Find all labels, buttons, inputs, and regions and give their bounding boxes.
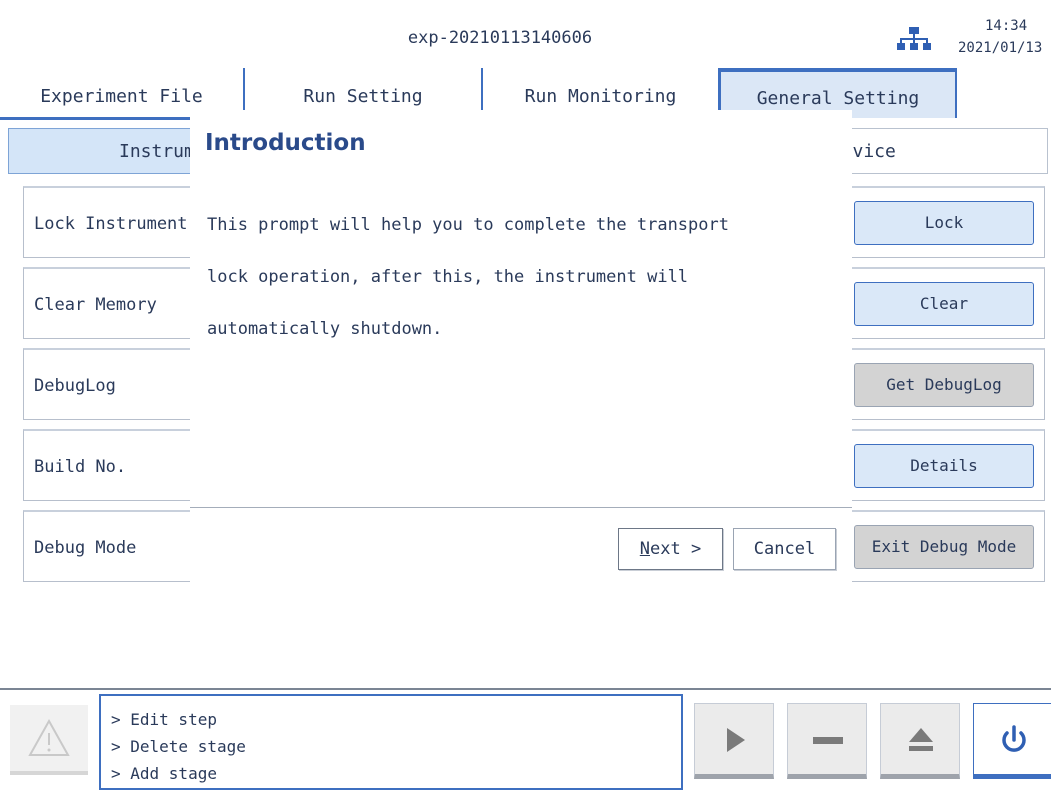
header: exp-20210113140606 14:34 2021/01/13 (0, 0, 1051, 70)
subtab-instrument[interactable]: Instrument (8, 128, 198, 174)
log-line: > Delete stage (111, 737, 246, 756)
experiment-title: exp-20210113140606 (407, 28, 593, 48)
clear-button[interactable]: Clear (854, 282, 1034, 326)
introduction-dialog: Introduction This prompt will help you t… (190, 110, 852, 586)
row-label: DebugLog (34, 376, 116, 396)
exit-debug-mode-button[interactable]: Exit Debug Mode (854, 525, 1034, 569)
next-button-label: Next > (639, 539, 702, 559)
stop-button[interactable] (787, 703, 867, 779)
details-button[interactable]: Details (854, 444, 1034, 488)
power-icon (1002, 725, 1026, 752)
eject-icon (909, 728, 933, 751)
network-icon (897, 27, 931, 50)
eject-button[interactable] (880, 703, 960, 779)
dialog-body-line: lock operation, after this, the instrume… (207, 267, 689, 287)
row-label: Lock Instrument (34, 214, 188, 234)
log-line: > Add stage (111, 764, 217, 783)
subtab-service[interactable]: Service (848, 128, 1048, 174)
dialog-body-line: This prompt will help you to complete th… (207, 215, 729, 235)
lock-button[interactable]: Lock (854, 201, 1034, 245)
warning-icon (28, 718, 70, 756)
power-button[interactable] (973, 703, 1051, 779)
row-label: Build No. (34, 457, 127, 477)
log-line: > Edit step (111, 710, 217, 729)
warning-indicator[interactable] (10, 705, 88, 775)
get-debuglog-button[interactable]: Get DebugLog (854, 363, 1034, 407)
clock-date: 2021/01/13 (958, 40, 1043, 56)
cancel-button[interactable]: Cancel (733, 528, 836, 570)
footer-divider (0, 688, 1051, 690)
subtab-service-label: Service (848, 141, 896, 162)
dialog-body-line: automatically shutdown. (207, 319, 443, 339)
row-label: Debug Mode (34, 538, 137, 558)
dialog-separator (190, 507, 852, 508)
operation-log: > Edit step > Delete stage > Add stage (99, 694, 683, 790)
clock-time: 14:34 (985, 18, 1028, 34)
stop-icon (813, 737, 843, 744)
row-label: Clear Memory (34, 295, 157, 315)
dialog-title: Introduction (205, 130, 366, 156)
dialog-body: This prompt will help you to complete th… (207, 186, 847, 368)
play-button[interactable] (694, 703, 774, 779)
next-button[interactable]: Next > (618, 528, 723, 570)
play-icon (727, 728, 745, 752)
